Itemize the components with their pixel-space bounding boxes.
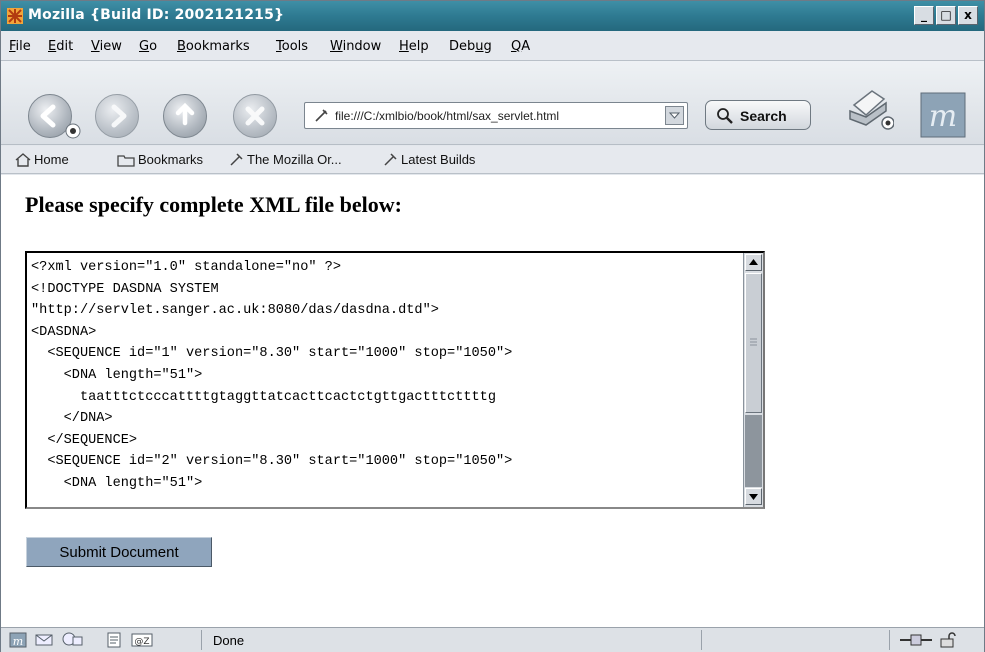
reload-icon: [175, 102, 195, 126]
page-icon: [315, 109, 328, 122]
folder-icon: [117, 155, 135, 167]
navigator-icon[interactable]: m: [9, 632, 27, 648]
scroll-up-button[interactable]: [745, 254, 762, 271]
address-book-icon[interactable]: @Z: [131, 632, 153, 648]
menu-file[interactable]: File: [9, 39, 31, 54]
arrow-up-icon: [749, 259, 758, 265]
xml-textarea[interactable]: <?xml version="1.0" standalone="no" ?> <…: [25, 251, 765, 509]
bookmark-icon: [230, 153, 243, 166]
menu-window[interactable]: Window: [330, 39, 381, 54]
browser-window: Mozilla {Build ID: 2002121215} _ □ x Fil…: [0, 0, 985, 652]
lock-icon[interactable]: [939, 632, 957, 648]
menu-view[interactable]: View: [91, 39, 122, 54]
url-bar[interactable]: file:///C:/xmlbio/book/html/sax_servlet.…: [304, 102, 688, 129]
status-text: Done: [213, 633, 245, 648]
bookmarks-button[interactable]: Bookmarks: [117, 152, 203, 167]
close-button[interactable]: x: [958, 6, 978, 25]
xml-textarea-content[interactable]: <?xml version="1.0" standalone="no" ?> <…: [31, 257, 735, 503]
chat-icon[interactable]: [61, 632, 83, 648]
personal-toolbar: Home Bookmarks The Mozilla Or... Latest …: [1, 146, 984, 174]
bookmarks-label: Bookmarks: [138, 152, 204, 167]
scroll-down-button[interactable]: [745, 488, 762, 505]
bookmark-label: Latest Builds: [401, 152, 476, 167]
back-dropdown-icon[interactable]: [65, 123, 81, 139]
print-icon[interactable]: [844, 85, 894, 133]
search-icon: [717, 108, 733, 124]
vertical-scrollbar[interactable]: [743, 253, 763, 507]
svg-text:m: m: [929, 99, 957, 134]
status-bar: m @Z Done: [1, 627, 984, 652]
status-divider: [701, 630, 702, 650]
menu-bookmarks[interactable]: Bookmarks: [177, 39, 250, 54]
mail-icon[interactable]: [35, 632, 53, 648]
status-divider: [201, 630, 202, 650]
page-heading: Please specify complete XML file below:: [25, 192, 402, 217]
page-content: Please specify complete XML file below: …: [1, 175, 984, 627]
menu-go[interactable]: Go: [139, 39, 157, 54]
bookmark-latest-builds[interactable]: Latest Builds: [383, 152, 475, 167]
reload-button[interactable]: [163, 94, 207, 138]
forward-button[interactable]: [95, 94, 139, 138]
home-button[interactable]: Home: [15, 152, 69, 167]
title-bar[interactable]: Mozilla {Build ID: 2002121215} _ □ x: [1, 1, 984, 31]
url-input[interactable]: file:///C:/xmlbio/book/html/sax_servlet.…: [335, 109, 559, 123]
menu-debug[interactable]: Debug: [449, 39, 492, 54]
bookmark-label: The Mozilla Or...: [247, 152, 342, 167]
submit-document-button[interactable]: Submit Document: [26, 537, 212, 567]
url-dropdown-button[interactable]: [665, 106, 684, 125]
status-divider: [889, 630, 890, 650]
menu-tools[interactable]: Tools: [276, 39, 308, 54]
grip-icon: [750, 338, 757, 346]
scrollbar-thumb[interactable]: [745, 273, 762, 413]
search-button[interactable]: Search: [705, 100, 811, 130]
maximize-button[interactable]: □: [936, 6, 956, 25]
chevron-down-icon: [668, 112, 681, 119]
home-label: Home: [34, 152, 69, 167]
forward-icon: [111, 104, 127, 128]
search-label: Search: [740, 108, 787, 124]
menu-edit[interactable]: Edit: [48, 39, 73, 54]
composer-icon[interactable]: [105, 632, 123, 648]
svg-text:m: m: [13, 635, 23, 648]
mozilla-app-icon[interactable]: [6, 7, 24, 25]
menu-qa[interactable]: QA: [511, 39, 530, 54]
mozilla-logo-icon[interactable]: m: [920, 92, 966, 138]
menu-bar: File Edit View Go Bookmarks Tools Window…: [1, 31, 984, 61]
bookmark-icon: [384, 153, 397, 166]
scrollbar-track[interactable]: [745, 415, 762, 487]
svg-text:@Z: @Z: [134, 637, 149, 647]
bookmark-mozilla-org[interactable]: The Mozilla Or...: [229, 152, 342, 167]
online-status-icon[interactable]: [899, 632, 933, 648]
menu-help[interactable]: Help: [399, 39, 429, 54]
stop-icon: [245, 106, 265, 126]
minimize-button[interactable]: _: [914, 6, 934, 25]
window-title: Mozilla {Build ID: 2002121215}: [28, 7, 285, 23]
home-icon: [15, 153, 31, 167]
arrow-down-icon: [749, 494, 758, 500]
stop-button[interactable]: [233, 94, 277, 138]
